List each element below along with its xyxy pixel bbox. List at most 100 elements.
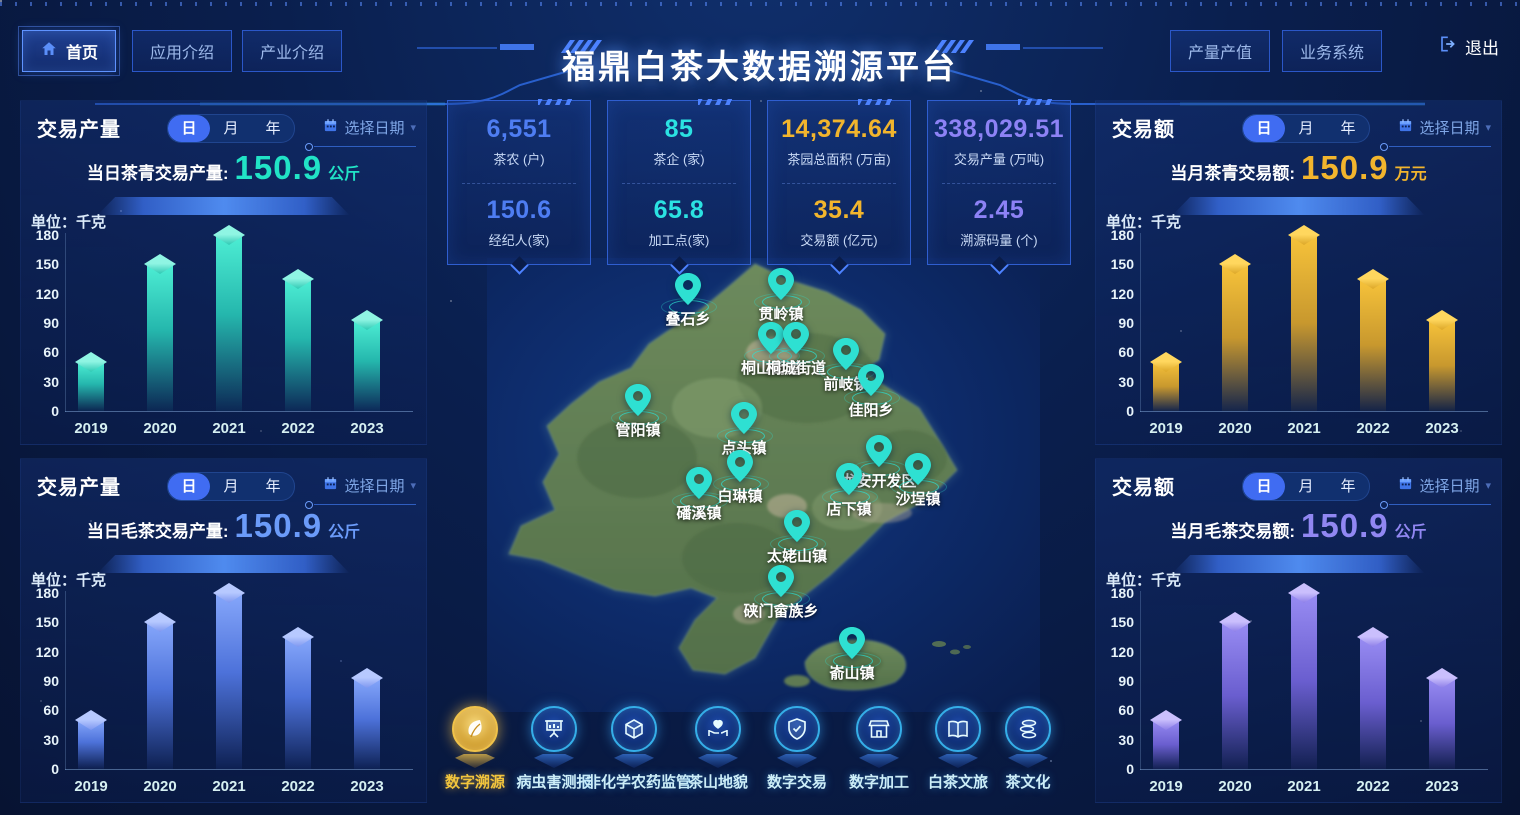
chart-bar-2021[interactable] (216, 593, 242, 769)
chart-bar-2021[interactable] (1291, 593, 1317, 769)
stat-label: 溯源码量 (个) (928, 230, 1070, 249)
map-pin-佳阳乡[interactable]: 佳阳乡 (858, 364, 884, 398)
date-picker-label: 选择日期 (344, 475, 404, 496)
bar-chart: 030609012015018020192020202120222023 (1096, 585, 1501, 801)
map-pin-沙埕镇[interactable]: 沙埕镇 (905, 453, 931, 487)
date-picker[interactable]: 选择日期▾ (323, 117, 416, 138)
map-pin-管阳镇[interactable]: 管阳镇 (625, 384, 651, 418)
map-pin-点头镇[interactable]: 点头镇 (731, 402, 757, 436)
chart-bar-2020[interactable] (1222, 622, 1248, 769)
map-pin-嵛山镇[interactable]: 嵛山镇 (839, 627, 865, 661)
pin-label: 贯岭镇 (758, 303, 803, 324)
chart-bar-2019[interactable] (1153, 720, 1179, 769)
tab-年[interactable]: 年 (252, 115, 294, 142)
map-pin-叠石乡[interactable]: 叠石乡 (675, 273, 701, 307)
tab-日[interactable]: 日 (168, 115, 210, 142)
shield-check-icon (774, 706, 820, 752)
nav-button-产量产值[interactable]: 产量产值 (1170, 30, 1270, 72)
chart-bar-2021[interactable] (1291, 235, 1317, 411)
chart-bar-2020[interactable] (1222, 264, 1248, 411)
calendar-icon (323, 476, 338, 495)
headline-label: 当月茶青交易额: (1170, 159, 1295, 184)
map-pin-贯岭镇[interactable]: 贯岭镇 (768, 268, 794, 302)
y-tick-label: 150 (21, 256, 59, 272)
stat-card: 85茶企 (家)65.8加工点(家) (607, 100, 751, 265)
nav-button-产业介绍[interactable]: 产业介绍 (242, 30, 342, 72)
headline-unit: 公斤 (1395, 518, 1427, 542)
tab-月[interactable]: 月 (210, 473, 252, 500)
date-picker[interactable]: 选择日期▾ (1398, 475, 1491, 496)
nav-button-首页[interactable]: 首页 (22, 30, 116, 72)
tab-group: 日月年 (167, 114, 295, 143)
nav-button-业务系统[interactable]: 业务系统 (1282, 30, 1382, 72)
pin-label: 叠石乡 (665, 308, 710, 329)
x-tick-label: 2022 (263, 778, 333, 795)
headline-label: 当日茶青交易产量: (87, 159, 229, 184)
chevron-down-icon: ▾ (410, 479, 416, 492)
pedestal-decoration (614, 754, 654, 768)
date-picker[interactable]: 选择日期▾ (1398, 117, 1491, 138)
map-pin-磻溪镇[interactable]: 磻溪镇 (686, 467, 712, 501)
headline-value: 150.9 (1301, 507, 1389, 545)
x-tick-label: 2021 (1269, 778, 1339, 795)
top-tick-decoration (0, 2, 1520, 6)
stat-茶农 (户): 6,551茶农 (户) (448, 115, 590, 168)
dock-item-非化学农药监管[interactable]: 非化学农药监管 (586, 706, 682, 792)
chart-bar-2022[interactable] (1360, 279, 1386, 411)
map-pin-桐城街道[interactable]: 桐城街道 (783, 322, 809, 356)
map[interactable]: 叠石乡贯岭镇桐山街道桐城街道前岐镇佳阳乡管阳镇点头镇龙安开发区白琳镇磻溪镇沙埕镇… (487, 258, 1040, 712)
panel-left-bottom: 交易产量日月年选择日期▾当日毛茶交易产量:150.9公斤单位：千克0306090… (20, 458, 427, 803)
y-tick-label: 0 (1096, 761, 1134, 777)
stat-divider (462, 183, 576, 184)
panel-title: 交易额 (1112, 113, 1175, 142)
date-picker[interactable]: 选择日期 ▾ (323, 475, 416, 496)
y-tick-label: 30 (1096, 374, 1134, 390)
pin-label: 管阳镇 (615, 419, 660, 440)
dock-item-茶文化[interactable]: 茶文化 (980, 706, 1076, 792)
chart-bar-2023[interactable] (1429, 678, 1455, 769)
chart-bar-2019[interactable] (78, 362, 104, 411)
chart-bar-2020[interactable] (147, 622, 173, 769)
chart-bar-2023[interactable] (1429, 320, 1455, 411)
stat-label: 茶园总面积 (万亩) (768, 149, 910, 168)
tab-月[interactable]: 月 (1285, 115, 1327, 142)
chart-bar-2022[interactable] (285, 279, 311, 411)
tab-月[interactable]: 月 (1285, 473, 1327, 500)
bar-cap (1426, 310, 1458, 330)
tab-年[interactable]: 年 (1327, 115, 1369, 142)
map-pin-前岐镇[interactable]: 前岐镇 (833, 338, 859, 372)
tab-年[interactable]: 年 (252, 473, 294, 500)
chart-bar-2019[interactable] (1153, 362, 1179, 411)
map-pin-白琳镇[interactable]: 白琳镇 (727, 450, 753, 484)
bar-cap (351, 310, 383, 330)
tab-日[interactable]: 日 (168, 473, 210, 500)
tab-日[interactable]: 日 (1243, 115, 1285, 142)
x-tick-label: 2019 (1131, 778, 1201, 795)
chart-bar-2022[interactable] (1360, 637, 1386, 769)
map-pin-太姥山镇[interactable]: 太姥山镇 (784, 510, 810, 544)
nav-button-应用介绍[interactable]: 应用介绍 (132, 30, 232, 72)
x-tick-label: 2019 (56, 778, 126, 795)
tab-月[interactable]: 月 (210, 115, 252, 142)
panel-right-bottom: 交易额日月年选择日期▾当月毛茶交易额:150.9公斤单位：千克030609012… (1095, 458, 1502, 803)
chart-bar-2023[interactable] (354, 678, 380, 769)
tab-日[interactable]: 日 (1243, 473, 1285, 500)
chart-bar-2019[interactable] (78, 720, 104, 769)
store-icon (856, 706, 902, 752)
chart-bar-2020[interactable] (147, 264, 173, 411)
logout-button[interactable]: 退出 (1437, 34, 1499, 59)
x-tick-label: 2020 (125, 420, 195, 437)
tab-年[interactable]: 年 (1327, 473, 1369, 500)
chart-bar-2022[interactable] (285, 637, 311, 769)
chart-bar-2023[interactable] (354, 320, 380, 411)
bar-cap (213, 225, 245, 245)
chart-bar-2021[interactable] (216, 235, 242, 411)
date-slider-decoration (1389, 146, 1491, 147)
map-pin-店下镇[interactable]: 店下镇 (836, 463, 862, 497)
bar-chart: 030609012015018020192020202120222023 (21, 585, 426, 801)
map-pin-硖门畲族乡[interactable]: 硖门畲族乡 (768, 565, 794, 599)
map-pin-龙安开发区[interactable]: 龙安开发区 (866, 435, 892, 469)
nav-label: 产业介绍 (260, 39, 324, 63)
logout-icon (1437, 34, 1457, 59)
stat-divider (782, 183, 896, 184)
